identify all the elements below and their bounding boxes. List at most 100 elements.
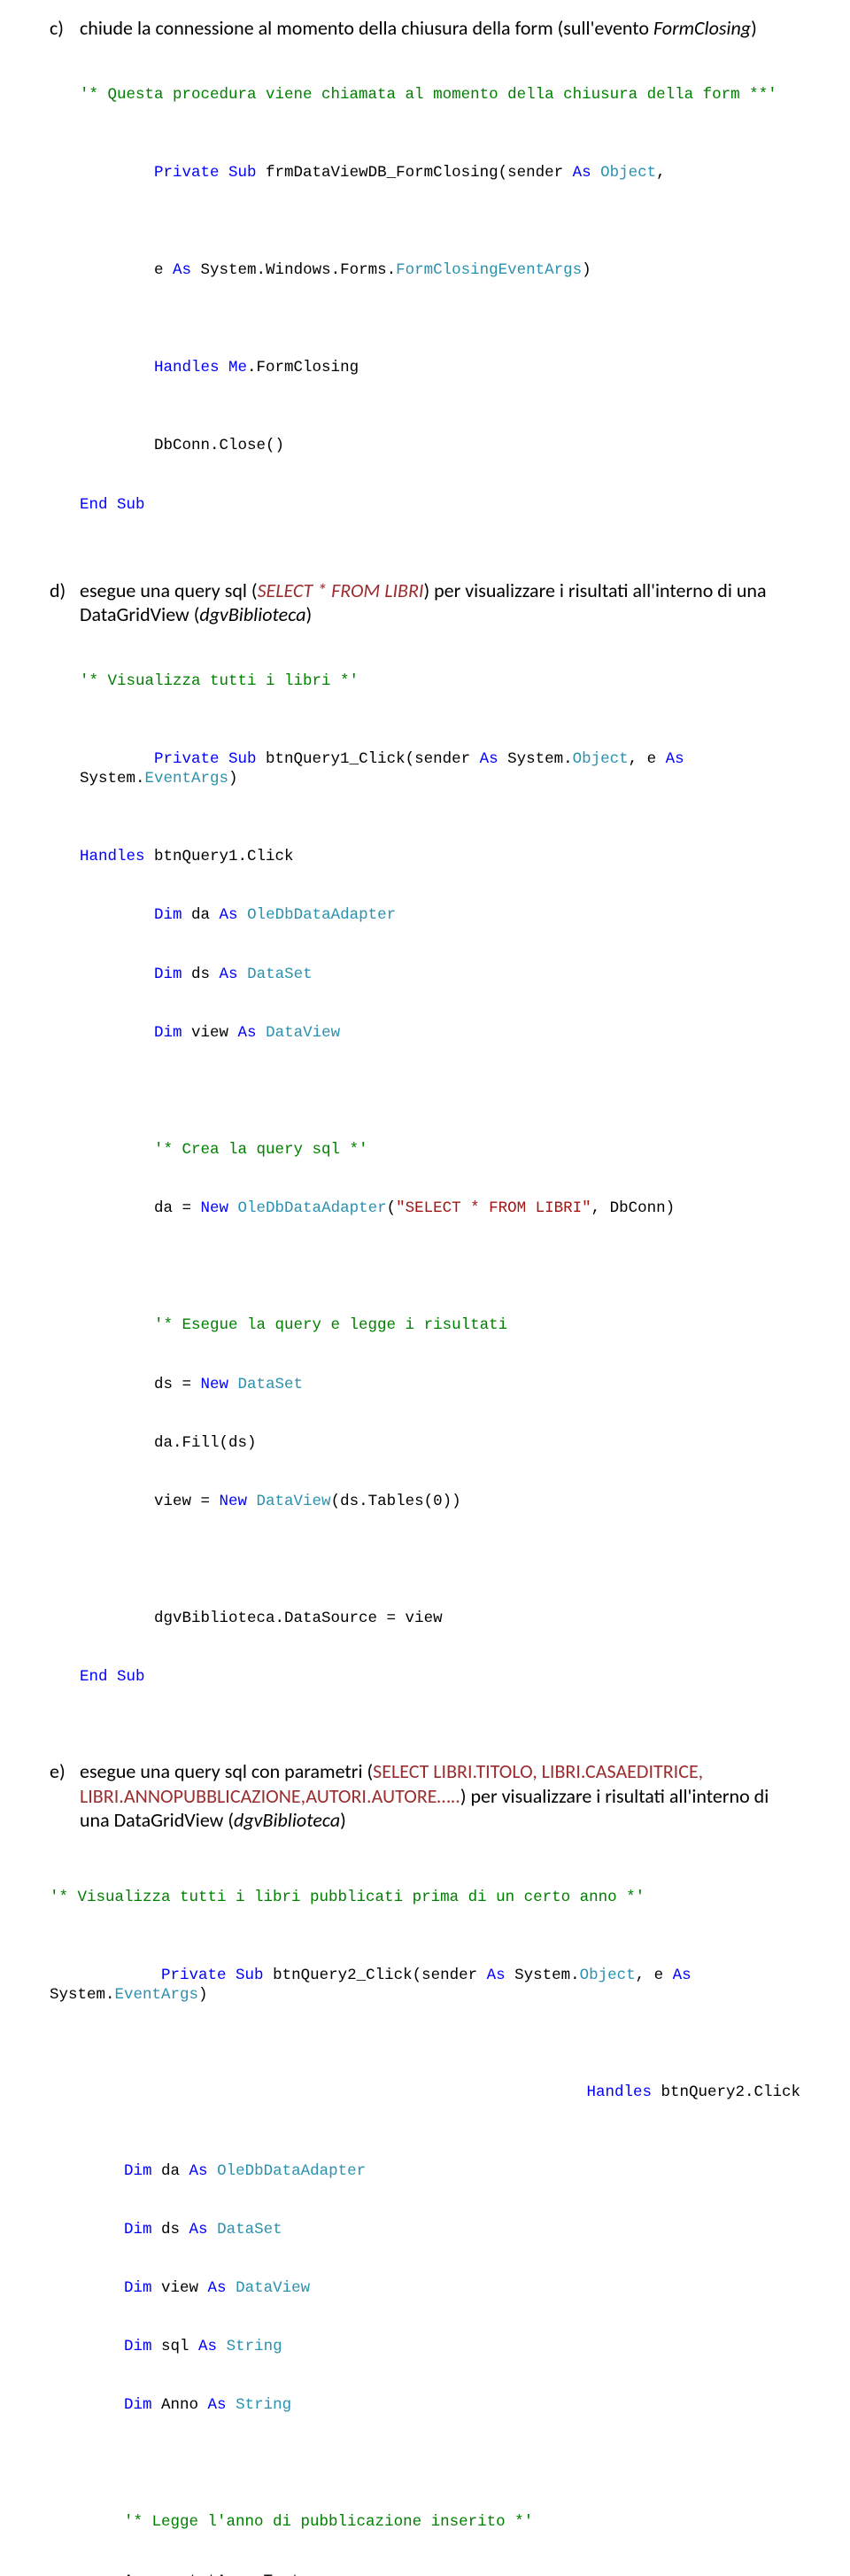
code: e: [154, 261, 173, 279]
kw: Me: [220, 359, 248, 376]
kw: Dim: [80, 906, 182, 924]
type: String: [217, 2338, 282, 2355]
code: , DbConn): [591, 1199, 676, 1217]
kw: Dim: [50, 2279, 152, 2297]
type: DataView: [227, 2279, 311, 2297]
kw: Dim: [50, 2396, 152, 2414]
type: DataView: [257, 1024, 341, 1042]
kw: As: [208, 2396, 227, 2414]
type: EventArgs: [115, 1986, 199, 2004]
code: da.Fill(ds): [80, 1434, 257, 1452]
comment: '* Visualizza tutti i libri *': [80, 672, 359, 690]
type: Object: [591, 164, 657, 182]
blank: [80, 1258, 89, 1276]
kw: Dim: [80, 966, 182, 983]
kw: As: [220, 966, 238, 983]
code: ): [198, 1986, 217, 2004]
kw: Dim: [50, 2162, 152, 2180]
code-block-e: '* Visualizza tutti i libri pubblicati p…: [50, 1849, 800, 2576]
kw: Handles: [154, 359, 220, 376]
code: DbConn.Close(): [80, 437, 284, 454]
text: ): [340, 1808, 346, 1832]
type: DataSet: [228, 1376, 303, 1393]
text-italic: dgvBiblioteca: [234, 1808, 340, 1832]
comment: '* Visualizza tutti i libri pubblicati p…: [50, 1889, 645, 1906]
code: ds: [152, 2221, 189, 2238]
kw: Sub: [227, 1967, 264, 1984]
type: DataSet: [238, 966, 313, 983]
kw: As: [673, 1967, 692, 1984]
code: btnQuery1.Click: [145, 848, 294, 865]
code: view =: [80, 1493, 220, 1510]
type: OleDbDataAdapter: [208, 2162, 367, 2180]
kw: As: [573, 164, 591, 182]
code: System.Windows.Forms.: [191, 261, 396, 279]
type: EventArgs: [145, 770, 229, 788]
kw: New: [220, 1493, 248, 1510]
code: Anno: [152, 2396, 208, 2414]
code: btnQuery2_Click(sender: [264, 1967, 487, 1984]
kw: Private: [154, 750, 220, 768]
kw: As: [487, 1967, 506, 1984]
code: (: [387, 1199, 397, 1217]
text: esegue una query sql con parametri (: [80, 1759, 373, 1783]
code: ): [582, 261, 600, 279]
blank: [80, 1082, 89, 1100]
kw: Handles: [586, 2083, 652, 2101]
kw: Sub: [108, 1668, 145, 1686]
code: da: [182, 906, 220, 924]
code: , e: [629, 750, 666, 768]
code: System.: [506, 1967, 580, 1984]
type: Object: [573, 750, 629, 768]
code-block-c: '* Questa procedura viene chiamata al mo…: [80, 46, 800, 554]
code: Anno = txtAnno.Text: [50, 2572, 301, 2576]
kw: As: [238, 1024, 257, 1042]
kw: Dim: [50, 2221, 152, 2238]
kw: As: [189, 2162, 208, 2180]
kw: End: [80, 1668, 108, 1686]
text: chiude la connessione al momento della c…: [80, 16, 653, 40]
list-letter-d: d): [50, 578, 80, 1726]
code: view: [152, 2279, 208, 2297]
kw: Sub: [108, 496, 145, 514]
kw: As: [480, 750, 498, 768]
kw: Sub: [220, 164, 257, 182]
comment: '* Esegue la query e legge i risultati: [80, 1316, 507, 1334]
code: da: [152, 2162, 189, 2180]
kw: As: [220, 906, 238, 924]
code: sql: [152, 2338, 199, 2355]
type: OleDbDataAdapter: [238, 906, 397, 924]
code: , e: [636, 1967, 673, 1984]
kw: As: [173, 261, 191, 279]
code: frmDataViewDB_FormClosing(sender: [257, 164, 573, 182]
code: System.: [498, 750, 573, 768]
code: btnQuery2.Click: [652, 2083, 800, 2101]
text: esegue una query sql (: [80, 578, 258, 602]
section-e: e) esegue una query sql con parametri (S…: [50, 1759, 800, 2576]
code: ,: [656, 164, 675, 182]
section-e-text: esegue una query sql con parametri (SELE…: [80, 1759, 800, 1833]
blank: [50, 2455, 59, 2472]
kw: Dim: [50, 2338, 152, 2355]
kw: Private: [154, 164, 220, 182]
comment: '* Questa procedura viene chiamata al mo…: [80, 86, 777, 104]
type: DataSet: [208, 2221, 282, 2238]
type: OleDbDataAdapter: [228, 1199, 387, 1217]
list-letter-c: c): [50, 16, 80, 554]
kw: New: [201, 1376, 229, 1393]
section-d-text: esegue una query sql (SELECT * FROM LIBR…: [80, 578, 800, 627]
kw: As: [208, 2279, 227, 2297]
code: ): [228, 770, 247, 788]
section-d: d) esegue una query sql (SELECT * FROM L…: [50, 578, 800, 1726]
kw: End: [80, 496, 108, 514]
kw: Dim: [80, 1024, 182, 1042]
blank: [80, 1551, 89, 1569]
code: dgvBiblioteca.DataSource = view: [80, 1610, 443, 1627]
sql-snippet: SELECT * FROM LIBRI: [258, 578, 424, 602]
kw: New: [201, 1199, 229, 1217]
code: view: [182, 1024, 238, 1042]
section-c-text: chiude la connessione al momento della c…: [80, 16, 800, 41]
code: .FormClosing: [247, 359, 359, 376]
text-italic: FormClosing: [653, 16, 751, 40]
code: ds =: [80, 1376, 201, 1393]
